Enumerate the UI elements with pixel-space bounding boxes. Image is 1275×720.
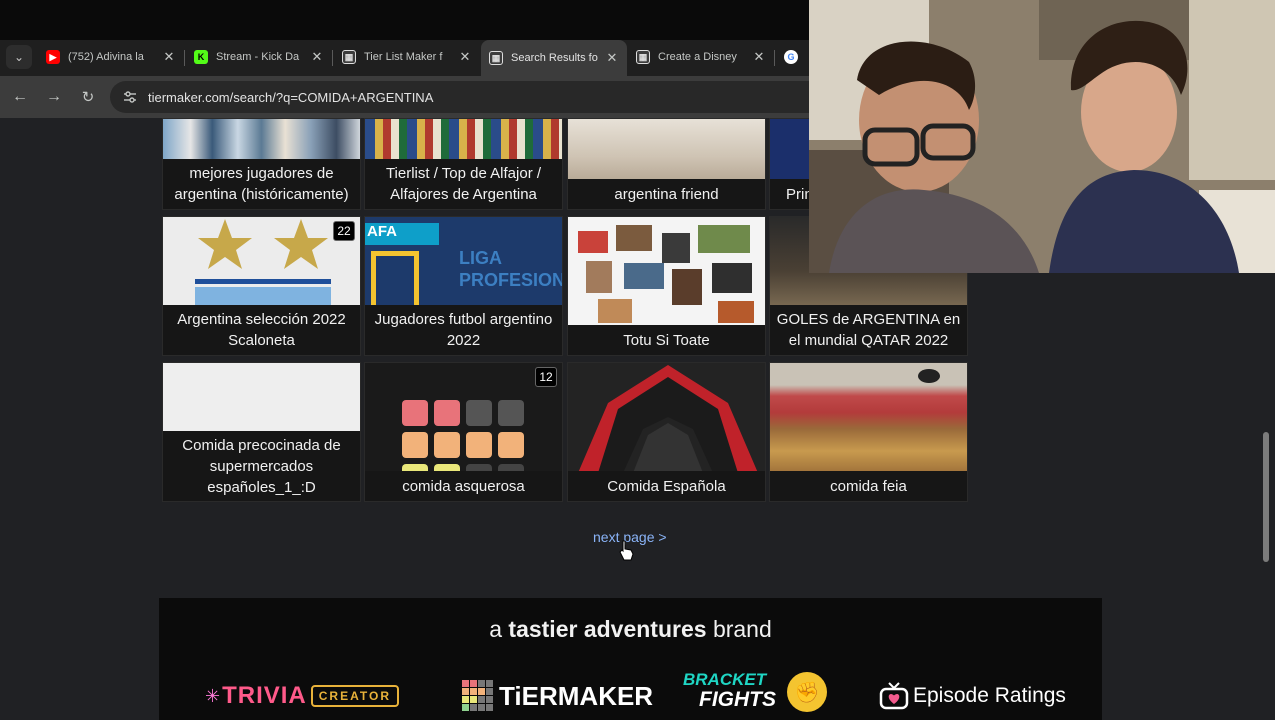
fights-text: FIGHTS <box>699 688 776 711</box>
page-scrollbar[interactable] <box>1263 432 1269 562</box>
card-thumbnail <box>365 363 562 473</box>
address-bar[interactable]: tiermaker.com/search/?q=COMIDA+ARGENTINA <box>110 81 830 113</box>
card-title: Comida Española <box>568 471 765 501</box>
tab-title: Tier List Maker f <box>364 51 443 63</box>
fist-icon: ✊ <box>787 672 827 712</box>
result-card[interactable]: mejores jugadores de argentina (históric… <box>162 118 361 210</box>
result-card[interactable]: Totu Si Toate <box>567 216 766 356</box>
tab-kick[interactable]: K Stream - Kick Da ✕ <box>186 42 332 72</box>
tiermaker-text: TiERMAKER <box>499 680 654 711</box>
card-title: argentina friend <box>568 179 765 209</box>
star-icon <box>195 219 331 307</box>
tab-title: Stream - Kick Da <box>216 51 300 63</box>
result-card[interactable]: 12 comida asquerosa <box>364 362 563 502</box>
league-text: LIGA PROFESIONAL <box>459 248 562 290</box>
close-icon[interactable]: ✕ <box>752 49 766 65</box>
close-icon[interactable]: ✕ <box>605 50 619 66</box>
reload-icon[interactable]: ↻ <box>77 86 99 108</box>
brand-tagline: a tastier adventures brand <box>489 616 772 642</box>
brand-footer: a tastier adventures brand ✳ TRIVIA CREA… <box>159 598 1102 720</box>
site-info-icon[interactable] <box>122 89 138 105</box>
card-title: mejores jugadores de argentina (históric… <box>163 159 360 209</box>
card-thumbnail <box>568 363 765 473</box>
tv-icon <box>879 682 909 710</box>
tab-search-button[interactable]: ⌄ <box>6 45 32 69</box>
card-title: Totu Si Toate <box>568 325 765 355</box>
kick-icon: K <box>194 50 208 64</box>
result-card[interactable]: Tierlist / Top de Alfajor / Alfajores de… <box>364 118 563 210</box>
card-thumbnail <box>568 217 765 327</box>
card-thumbnail <box>163 217 360 307</box>
sparkle-icon: ✳ <box>205 685 221 706</box>
card-title: Argentina selección 2022 Scaloneta <box>163 305 360 355</box>
bracket-fights-logo[interactable]: BRACKET FIGHTS ✊ <box>683 670 827 720</box>
item-count-badge: 22 <box>333 221 355 241</box>
close-icon[interactable]: ✕ <box>458 49 472 65</box>
episode-ratings-text: Episode Ratings <box>913 684 1066 707</box>
webcam-overlay <box>809 0 1275 273</box>
card-thumbnail <box>163 363 360 433</box>
close-icon[interactable]: ✕ <box>162 49 176 65</box>
card-title: Comida precocinada de supermercados espa… <box>163 431 360 501</box>
tiermaker-grid-icon <box>462 680 493 711</box>
screen: ⌄ ▶ (752) Adivina la ✕ K Stream - Kick D… <box>0 0 1275 720</box>
close-icon[interactable]: ✕ <box>310 49 324 65</box>
card-title: Tierlist / Top de Alfajor / Alfajores de… <box>365 159 562 209</box>
result-card[interactable]: AFA LIGA PROFESIONAL Jugadores futbol ar… <box>364 216 563 356</box>
card-thumbnail <box>770 363 967 473</box>
google-icon: G <box>784 50 798 64</box>
youtube-icon: ▶ <box>46 50 60 64</box>
tiermaker-icon: ▦ <box>342 50 356 64</box>
tiermaker-icon: ▦ <box>489 51 503 65</box>
tiermaker-icon: ▦ <box>636 50 650 64</box>
card-thumbnail <box>365 119 562 161</box>
trivia-creator-logo[interactable]: ✳ TRIVIA CREATOR <box>205 676 399 716</box>
bracket-text: BRACKET <box>683 670 767 689</box>
webcam-video <box>809 0 1275 273</box>
hooded-logo-icon <box>578 365 758 473</box>
result-card[interactable]: argentina friend <box>567 118 766 210</box>
creator-text: CREATOR <box>310 685 399 707</box>
back-icon[interactable]: ← <box>9 86 31 108</box>
card-thumbnail <box>568 119 765 181</box>
result-card[interactable]: comida feia <box>769 362 968 502</box>
card-title: comida feia <box>770 471 967 501</box>
episode-ratings-logo[interactable]: Episode Ratings <box>879 676 1066 716</box>
trivia-text: TRIVIA <box>222 682 307 709</box>
tab-youtube[interactable]: ▶ (752) Adivina la ✕ <box>38 42 184 72</box>
mouse-cursor-icon <box>619 540 635 567</box>
tab-title: (752) Adivina la <box>68 51 144 63</box>
result-card[interactable]: Comida Española <box>567 362 766 502</box>
league-logo <box>371 251 419 307</box>
forward-icon[interactable]: → <box>43 86 65 108</box>
item-count-badge: 12 <box>535 367 557 387</box>
url-text: tiermaker.com/search/?q=COMIDA+ARGENTINA <box>148 89 434 105</box>
result-card[interactable]: Comida precocinada de supermercados espa… <box>162 362 361 502</box>
card-title: comida asquerosa <box>365 471 562 501</box>
card-thumbnail: AFA LIGA PROFESIONAL <box>365 217 562 307</box>
card-thumbnail <box>163 119 360 161</box>
tab-tier-list-maker[interactable]: ▦ Tier List Maker f ✕ <box>334 42 480 72</box>
card-title: GOLES de ARGENTINA en el mundial QATAR 2… <box>770 305 967 355</box>
tab-title: Create a Disney <box>658 51 737 63</box>
result-card[interactable]: 22 Argentina selección 2022 Scaloneta <box>162 216 361 356</box>
tab-create-disney[interactable]: ▦ Create a Disney ✕ <box>628 42 774 72</box>
tiermaker-grid-icon <box>402 400 524 473</box>
afa-logo-text: AFA <box>365 223 439 245</box>
tab-search-results[interactable]: ▦ Search Results fo ✕ <box>481 40 627 76</box>
tab-title: Search Results fo <box>511 52 598 64</box>
tiermaker-logo[interactable]: TiERMAKER <box>461 676 653 716</box>
card-title: Jugadores futbol argentino 2022 <box>365 305 562 355</box>
